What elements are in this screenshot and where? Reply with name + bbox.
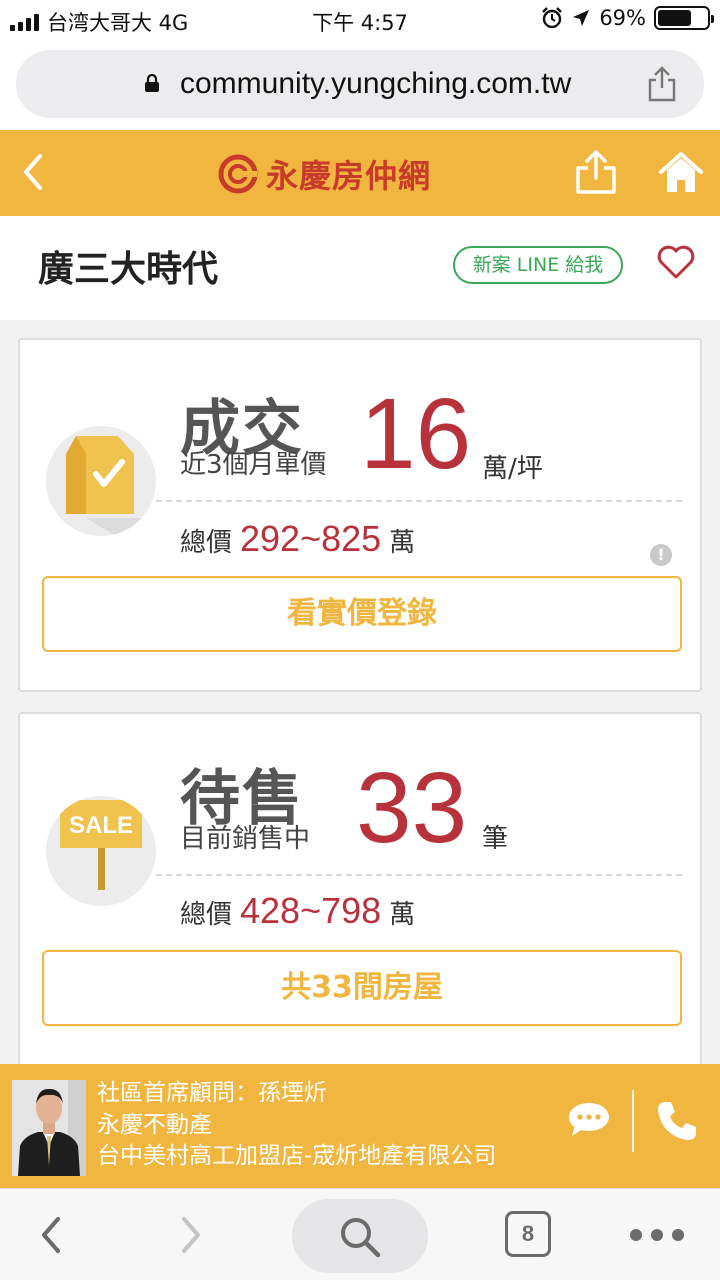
heart-icon[interactable] bbox=[656, 242, 696, 282]
browser-address-area: community.yungching.com.tw bbox=[0, 40, 720, 130]
site-header: 永慶房仲網 bbox=[0, 130, 720, 216]
location-arrow-icon bbox=[573, 10, 590, 26]
divider bbox=[632, 1090, 634, 1152]
sold-box-check-icon bbox=[66, 436, 156, 536]
sold-subheading: 近3個月單價 bbox=[180, 450, 327, 480]
battery-percent: 69% bbox=[599, 6, 646, 30]
browser-toolbar: 8 bbox=[0, 1188, 720, 1280]
sold-total-range: 292~825 bbox=[240, 518, 382, 559]
browser-share-icon[interactable] bbox=[646, 66, 678, 102]
sale-count: 33 bbox=[356, 752, 468, 864]
url-text: community.yungching.com.tw bbox=[180, 67, 572, 100]
battery-icon bbox=[654, 6, 714, 30]
sold-unit-label: 萬/坪 bbox=[482, 454, 543, 484]
chat-icon[interactable] bbox=[566, 1100, 612, 1140]
alarm-icon bbox=[542, 7, 563, 29]
sold-total-row: 總價 292~825 萬 bbox=[180, 518, 415, 560]
sale-total-range: 428~798 bbox=[240, 890, 382, 931]
agent-photo-icon bbox=[12, 1080, 86, 1176]
community-title-row: 廣三大時代 新案 LINE 給我 bbox=[0, 216, 720, 320]
back-arrow-icon[interactable] bbox=[18, 150, 48, 194]
status-right: 69% bbox=[541, 6, 714, 30]
share-icon[interactable] bbox=[574, 148, 618, 196]
divider bbox=[156, 874, 682, 876]
site-logo[interactable]: 永慶房仲網 bbox=[218, 154, 432, 195]
avatar[interactable] bbox=[12, 1080, 86, 1176]
lock-icon bbox=[145, 74, 159, 92]
agent-title: 社區首席顧問：孫堙炘 bbox=[97, 1080, 327, 1106]
sale-icon-circle: SALE bbox=[46, 796, 156, 906]
page-title: 廣三大時代 bbox=[38, 249, 219, 290]
more-icon[interactable] bbox=[630, 1229, 684, 1243]
sold-price-card: 成交 近3個月單價 16 萬/坪 總價 292~825 萬 ! 看實價登錄 bbox=[18, 338, 702, 692]
agent-info: 社區首席顧問：孫堙炘 永慶不動產 台中美村高工加盟店-宬炘地產有限公司 bbox=[97, 1078, 496, 1173]
agent-company: 永慶不動產 bbox=[97, 1111, 212, 1138]
agent-bar: 社區首席顧問：孫堙炘 永慶不動產 台中美村高工加盟店-宬炘地產有限公司 bbox=[0, 1064, 720, 1188]
sale-total-unit: 萬 bbox=[389, 900, 416, 930]
sale-unit-label: 筆 bbox=[482, 824, 509, 854]
logo-mark-icon bbox=[218, 154, 258, 194]
logo-text: 永慶房仲網 bbox=[266, 157, 432, 195]
sale-total-label: 總價 bbox=[180, 900, 233, 930]
sold-total-unit: 萬 bbox=[389, 528, 416, 558]
sale-sign-icon: SALE bbox=[60, 800, 142, 890]
home-icon[interactable] bbox=[658, 150, 704, 196]
sold-icon-circle bbox=[46, 426, 156, 536]
browser-tabs-button[interactable]: 8 bbox=[505, 1211, 551, 1257]
status-bar: 台湾大哥大 4G 下午 4:57 69% bbox=[0, 0, 720, 40]
divider bbox=[156, 500, 682, 502]
sale-subheading: 目前銷售中 bbox=[180, 824, 311, 854]
for-sale-card: SALE 待售 目前銷售中 33 筆 總價 428~798 萬 共33間房屋 bbox=[18, 712, 702, 1068]
search-icon bbox=[341, 1218, 381, 1258]
browser-search-button[interactable] bbox=[292, 1199, 428, 1273]
address-bar[interactable]: community.yungching.com.tw bbox=[16, 50, 704, 118]
view-price-registry-button[interactable]: 看實價登錄 bbox=[42, 576, 682, 652]
agent-branch: 台中美村高工加盟店-宬炘地產有限公司 bbox=[97, 1143, 497, 1169]
sale-sign-text: SALE bbox=[69, 812, 133, 839]
sold-unit-price: 16 bbox=[360, 378, 472, 490]
info-icon[interactable]: ! bbox=[650, 544, 672, 566]
sold-total-label: 總價 bbox=[180, 528, 233, 558]
browser-forward-icon[interactable] bbox=[176, 1213, 206, 1257]
browser-back-icon[interactable] bbox=[36, 1213, 66, 1257]
line-notify-button[interactable]: 新案 LINE 給我 bbox=[453, 246, 623, 284]
sale-total-row: 總價 428~798 萬 bbox=[180, 890, 415, 932]
view-houses-button[interactable]: 共33間房屋 bbox=[42, 950, 682, 1026]
phone-icon[interactable] bbox=[656, 1100, 698, 1142]
